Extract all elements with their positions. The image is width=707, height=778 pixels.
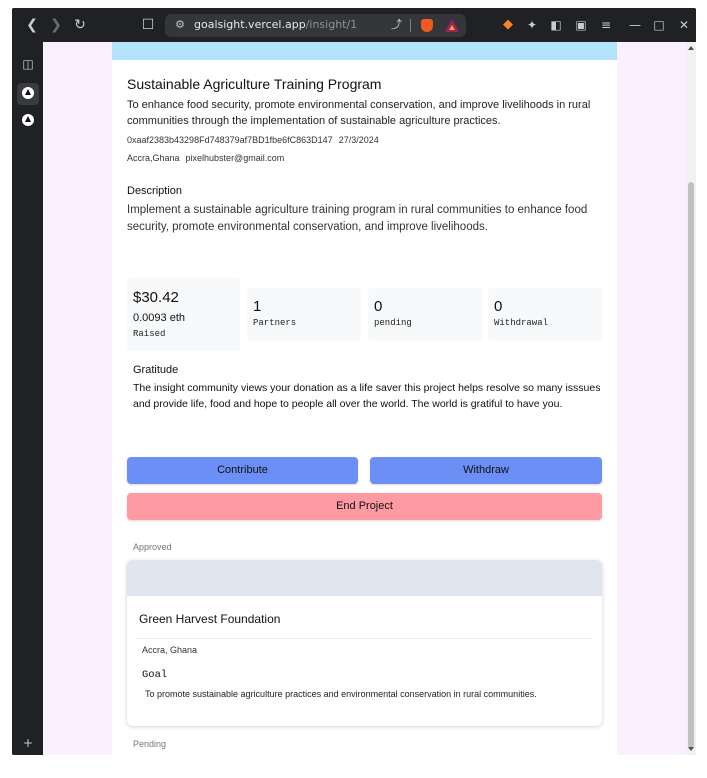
raised-usd: $30.42 [133, 289, 179, 306]
forward-icon[interactable]: ❯ [46, 15, 66, 35]
close-icon[interactable]: ✕ [675, 16, 693, 34]
withdraw-button[interactable]: Withdraw [370, 457, 602, 484]
goal-heading: Goal [142, 669, 168, 681]
partner-location: Accra, Ghana [142, 645, 198, 655]
project-banner [112, 42, 617, 60]
gratitude-heading: Gratitude [133, 364, 179, 376]
withdrawal-stat: 0 Withdrawal [488, 288, 602, 341]
project-title: Sustainable Agriculture Training Program [127, 76, 382, 92]
raised-eth: 0.0093 eth [133, 312, 185, 324]
wallet-address: 0xaaf2383b43298Fd748379af7BD1fbe6fC863D1… [127, 135, 333, 145]
scroll-up-icon[interactable] [688, 46, 694, 50]
url-path: /insight/1 [305, 18, 358, 31]
url-host: goalsight.vercel.app [194, 18, 306, 31]
project-card: Sustainable Agriculture Training Program… [112, 42, 617, 755]
bookmark-icon[interactable]: ☐ [138, 15, 158, 35]
contribute-button[interactable]: Contribute [127, 457, 358, 484]
share-icon[interactable]: ⤴ [391, 18, 402, 32]
pending-value: 0 [374, 298, 383, 315]
page-viewport: Sustainable Agriculture Training Program… [43, 42, 696, 755]
reload-icon[interactable]: ↻ [70, 15, 90, 35]
pending-section-label: Pending [133, 739, 167, 749]
description-text: Implement a sustainable agriculture trai… [127, 204, 588, 233]
partner-divider [136, 638, 593, 639]
pending-stat: 0 pending [368, 288, 482, 341]
project-subtitle: To enhance food security, promote enviro… [127, 99, 591, 127]
description-heading: Description [127, 185, 183, 197]
raised-label: Raised [133, 329, 166, 339]
withdrawal-label: Withdrawal [494, 318, 549, 328]
scroll-down-icon[interactable] [688, 747, 694, 751]
metamask-icon[interactable]: ◆ [499, 16, 517, 34]
project-date: 27/3/2024 [338, 135, 379, 145]
wallet-icon[interactable]: ▣ [572, 16, 590, 34]
sidebar-toggle-icon[interactable]: ◧ [547, 16, 565, 34]
partners-value: 1 [253, 298, 262, 315]
partner-card-header [127, 560, 602, 596]
extensions-icon[interactable]: ✦ [523, 16, 541, 34]
brave-rewards-icon[interactable] [445, 19, 459, 32]
back-icon[interactable]: ❮ [22, 15, 42, 35]
pending-label: pending [374, 318, 412, 328]
sidebar-app-icon[interactable] [17, 83, 39, 105]
browser-toolbar: ❮ ❯ ↻ ☐ ⚙ goalsight.vercel.app/insight/1… [12, 8, 696, 42]
menu-icon[interactable]: ≡ [597, 16, 615, 34]
sidebar-panel-icon[interactable]: ◫ [17, 53, 39, 75]
brave-shields-icon[interactable] [421, 19, 433, 32]
raised-stat: $30.42 0.0093 eth Raised [127, 278, 240, 351]
approved-label: Approved [133, 542, 172, 552]
app-logo-icon [22, 87, 34, 99]
scrollbar-thumb[interactable] [688, 182, 694, 748]
site-info-icon[interactable]: ⚙ [173, 18, 187, 32]
url-text[interactable]: goalsight.vercel.app/insight/1 [194, 18, 357, 32]
browser-sidebar: ◫ + [12, 42, 43, 755]
project-location: Accra,Ghana [127, 153, 180, 163]
browser-window: ❮ ❯ ↻ ☐ ⚙ goalsight.vercel.app/insight/1… [12, 8, 696, 755]
app-logo-icon [22, 114, 34, 126]
page-scrollbar[interactable] [686, 42, 696, 755]
maximize-icon[interactable]: □ [650, 16, 668, 34]
partner-name: Green Harvest Foundation [139, 612, 281, 626]
project-contact: Accra,Ghana pixelhubster@gmail.com [127, 153, 284, 163]
sidebar-app-icon-2[interactable] [17, 110, 39, 132]
minimize-icon[interactable]: — [626, 16, 644, 34]
project-email: pixelhubster@gmail.com [185, 153, 285, 163]
partners-label: Partners [253, 318, 297, 328]
end-project-button[interactable]: End Project [127, 493, 602, 520]
goal-text: To promote sustainable agriculture pract… [145, 689, 537, 699]
address-bar[interactable]: ⚙ goalsight.vercel.app/insight/1 ⤴ [165, 14, 466, 37]
add-icon[interactable]: + [17, 732, 39, 754]
project-meta: 0xaaf2383b43298Fd748379af7BD1fbe6fC863D1… [127, 135, 379, 145]
partners-stat: 1 Partners [247, 288, 361, 341]
approved-partner-card[interactable]: Green Harvest Foundation Accra, Ghana Go… [127, 560, 602, 726]
gratitude-text: The insight community views your donatio… [133, 382, 601, 410]
withdrawal-value: 0 [494, 298, 503, 315]
address-divider [410, 19, 411, 32]
